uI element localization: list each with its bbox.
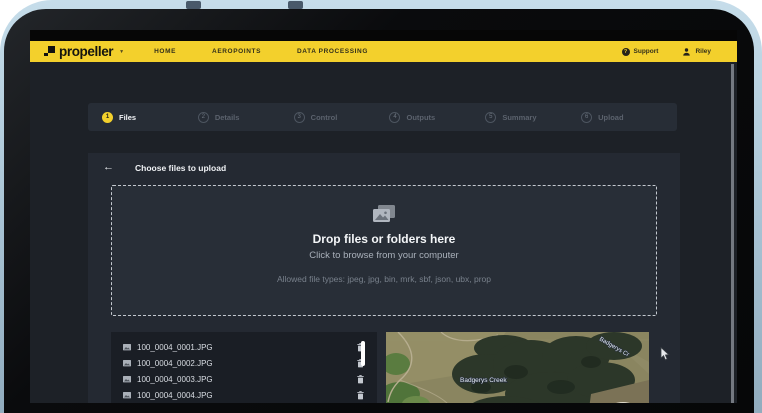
back-arrow-icon[interactable]: ← (103, 162, 114, 173)
file-list-item[interactable]: 100_0004_0004.JPG (111, 387, 377, 403)
tablet-device-frame: propeller ▼ HOME AEROPOINTS DATA PROCESS… (0, 0, 762, 413)
trash-icon[interactable] (357, 390, 364, 400)
nav-item-aeropoints[interactable]: AEROPOINTS (212, 48, 261, 55)
page-title: Choose files to upload (135, 162, 227, 173)
dropzone-allowed-types: Allowed file types: jpeg, jpg, bin, mrk,… (276, 274, 492, 284)
support-label: Support (633, 48, 659, 55)
nav-item-data-processing[interactable]: DATA PROCESSING (297, 48, 368, 55)
logo-text: propeller (59, 44, 114, 59)
upload-content-panel: ← Choose files to upload Drop files or f… (88, 153, 680, 403)
nav-menu: HOME AEROPOINTS DATA PROCESSING (154, 48, 368, 55)
top-navbar: propeller ▼ HOME AEROPOINTS DATA PROCESS… (30, 41, 737, 62)
image-file-icon (123, 343, 131, 350)
file-name: 100_0004_0004.JPG (137, 390, 213, 400)
step-upload[interactable]: 6 Upload (581, 111, 677, 123)
file-name: 100_0004_0003.JPG (137, 374, 213, 384)
nav-item-home[interactable]: HOME (154, 48, 176, 55)
file-list-scrollbar-thumb[interactable] (361, 341, 365, 366)
browser-scrollbar[interactable] (731, 64, 734, 403)
step-number-badge: 6 (581, 111, 593, 123)
file-name: 100_0004_0002.JPG (137, 358, 213, 368)
file-list-item[interactable]: 100_0004_0002.JPG (111, 355, 377, 371)
uploaded-file-list: 100_0004_0001.JPG 100_0004_0002.JPG 100_… (111, 332, 377, 403)
step-details[interactable]: 2 Details (197, 111, 294, 123)
step-control[interactable]: 3 Control (293, 111, 390, 123)
app-screen: propeller ▼ HOME AEROPOINTS DATA PROCESS… (30, 30, 737, 403)
nav-right: ? Support Riley (621, 47, 711, 56)
support-button[interactable]: ? Support (621, 47, 659, 56)
map-preview[interactable]: Badgerys Creek Badgerys Cr (386, 332, 649, 403)
step-number-badge: 5 (485, 111, 497, 123)
screenshot-stage: propeller ▼ HOME AEROPOINTS DATA PROCESS… (0, 0, 762, 413)
image-file-icon (123, 359, 131, 366)
person-icon (683, 48, 691, 56)
propeller-logo-icon (44, 46, 55, 57)
file-list-item[interactable]: 100_0004_0003.JPG (111, 371, 377, 387)
mouse-cursor (660, 346, 670, 366)
photo-stack-icon (373, 205, 395, 222)
propeller-logo[interactable]: propeller ▼ (44, 44, 124, 59)
user-name: Riley (695, 48, 711, 55)
file-dropzone[interactable]: Drop files or folders here Click to brow… (111, 185, 657, 316)
step-number-badge: 1 (102, 111, 113, 123)
step-number-badge: 3 (293, 111, 305, 123)
step-summary[interactable]: 5 Summary (485, 111, 581, 123)
image-file-icon (123, 375, 131, 382)
question-icon: ? (621, 47, 630, 56)
step-label: Details (214, 112, 240, 122)
map-label-badgerys-creek: Badgerys Creek (460, 377, 507, 384)
dropzone-subtitle: Click to browse from your computer (309, 250, 459, 261)
step-label: Files (119, 112, 137, 122)
step-files[interactable]: 1 Files (102, 111, 198, 123)
user-menu[interactable]: Riley (682, 47, 711, 56)
step-label: Control (310, 112, 338, 122)
step-outputs[interactable]: 4 Outputs (389, 111, 485, 123)
image-file-icon (123, 391, 131, 398)
file-list-item[interactable]: 100_0004_0001.JPG (111, 339, 377, 355)
step-label: Summary (502, 112, 537, 122)
browser-top-strip (30, 30, 737, 41)
upload-step-wizard: 1 Files 2 Details 3 Control 4 Outputs 5 (88, 103, 677, 131)
device-button-notch (186, 1, 201, 9)
step-label: Upload (598, 112, 624, 122)
trash-icon[interactable] (357, 374, 364, 384)
file-name: 100_0004_0001.JPG (137, 342, 213, 352)
step-number-badge: 2 (197, 111, 209, 123)
chevron-down-icon[interactable]: ▼ (119, 49, 124, 55)
step-label: Outputs (406, 112, 436, 122)
panel-header: ← Choose files to upload (88, 153, 680, 182)
device-button-notch (288, 1, 303, 9)
dropzone-title: Drop files or folders here (312, 232, 456, 246)
step-number-badge: 4 (389, 111, 401, 123)
